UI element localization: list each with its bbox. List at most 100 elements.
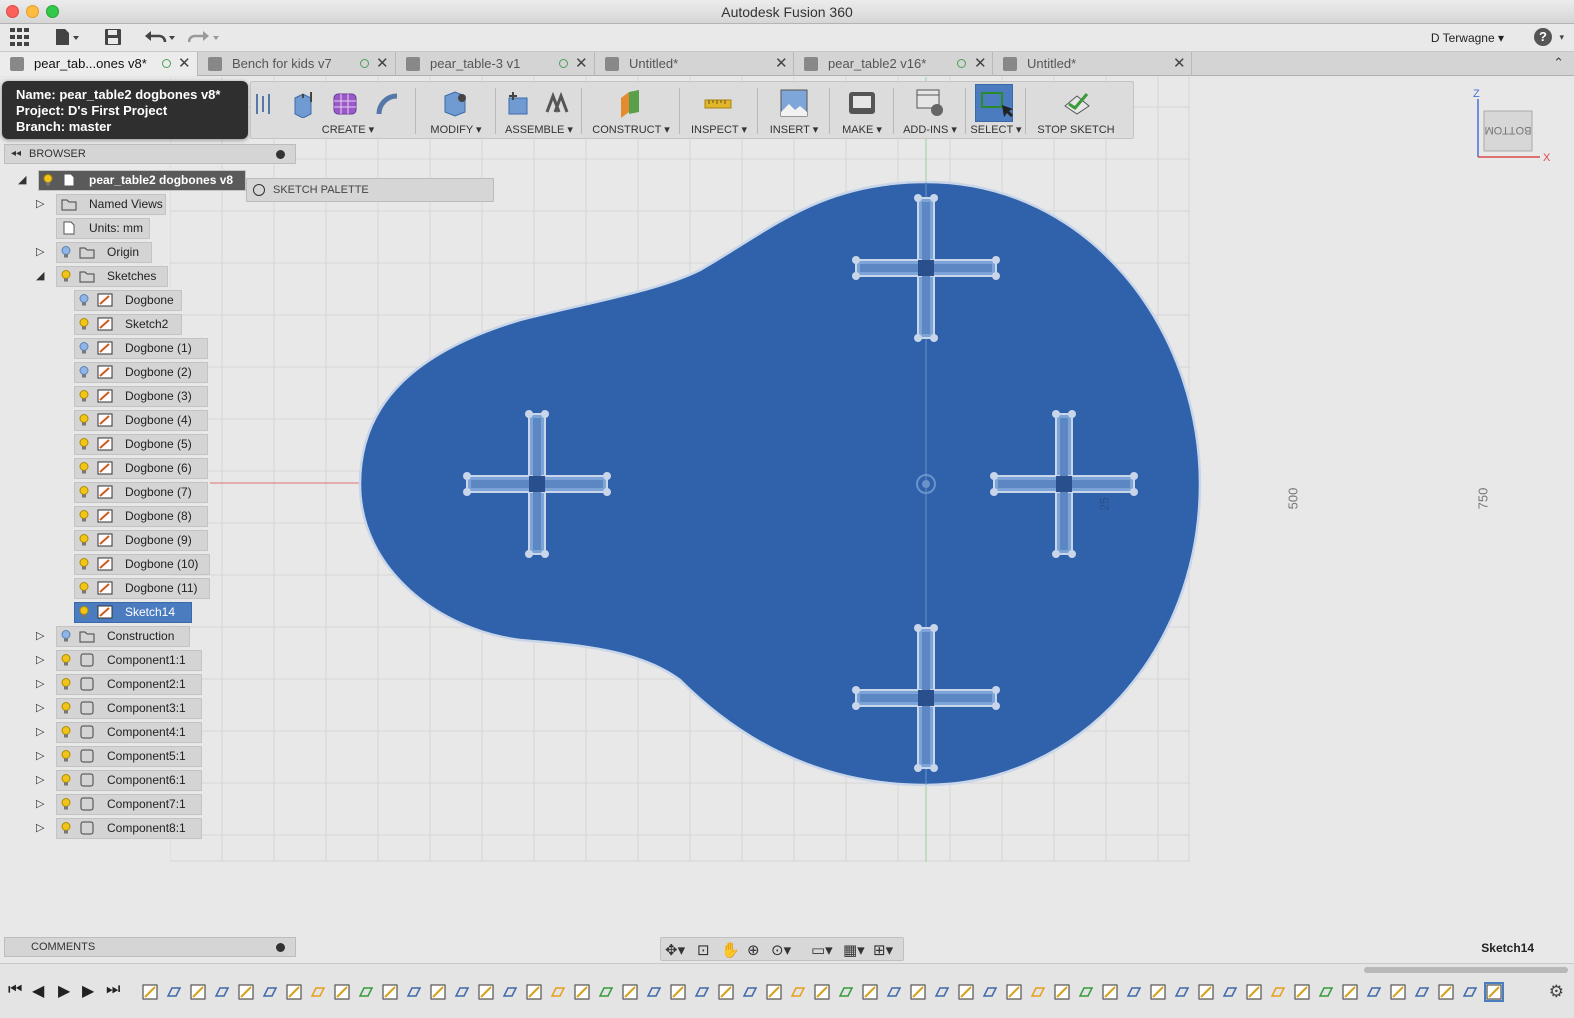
insert-menu[interactable]: INSERT ▾: [761, 123, 827, 136]
timeline-feature-icon[interactable]: [742, 984, 758, 1000]
tab-untitled-1[interactable]: Untitled* ✕: [595, 52, 794, 76]
close-tab-icon[interactable]: ✕: [1173, 52, 1186, 76]
timeline-feature-icon[interactable]: [238, 984, 254, 1000]
mirror-icon[interactable]: [255, 92, 271, 116]
visibility-lightbulb-icon[interactable]: [79, 558, 89, 570]
3d-print-icon[interactable]: [847, 88, 877, 118]
timeline-feature-icon[interactable]: [1414, 984, 1430, 1000]
user-menu[interactable]: D Terwagne ▾: [1431, 31, 1504, 45]
tree-sketch-dogbone-7[interactable]: Dogbone (7): [74, 482, 208, 503]
tree-sketch-dogbone-4[interactable]: Dogbone (4): [74, 410, 208, 431]
timeline-feature-icon[interactable]: [1054, 984, 1070, 1000]
tree-component5-1[interactable]: Component5:1: [56, 746, 202, 767]
tab-pear-table-dogbones[interactable]: pear_tab...ones v8* ✕: [0, 52, 198, 76]
timeline-feature-icon[interactable]: [1174, 984, 1190, 1000]
timeline-settings-gear-icon[interactable]: ⚙: [1549, 982, 1564, 1002]
expand-node-icon[interactable]: ▷: [36, 246, 48, 258]
timeline-feature-icon[interactable]: [718, 984, 734, 1000]
select-menu[interactable]: SELECT ▾: [969, 123, 1023, 136]
viewports-icon[interactable]: ⊞▾: [873, 941, 893, 959]
insert-image-icon[interactable]: [779, 88, 809, 118]
timeline-feature-icon[interactable]: [622, 984, 638, 1000]
visibility-lightbulb-icon[interactable]: [61, 798, 71, 810]
orbit-icon[interactable]: ✥▾: [665, 941, 685, 959]
ribbon-modify-group[interactable]: MODIFY ▾: [419, 82, 493, 140]
inspect-menu[interactable]: INSPECT ▾: [683, 123, 755, 136]
visibility-lightbulb-icon[interactable]: [79, 390, 89, 402]
expand-node-icon[interactable]: ▷: [36, 726, 48, 738]
palette-toggle-icon[interactable]: [253, 184, 265, 196]
ribbon-select-group[interactable]: SELECT ▾: [969, 82, 1023, 140]
visibility-lightbulb-icon[interactable]: [61, 726, 71, 738]
visibility-lightbulb-icon[interactable]: [79, 462, 89, 474]
tree-units[interactable]: Units: mm: [56, 218, 150, 239]
ribbon-assemble-group[interactable]: ASSEMBLE ▾: [499, 82, 579, 140]
expand-node-icon[interactable]: ▷: [36, 750, 48, 762]
tree-component8-1[interactable]: Component8:1: [56, 818, 202, 839]
measure-icon[interactable]: [703, 88, 733, 118]
timeline-scrollbar[interactable]: [1364, 967, 1568, 973]
timeline-feature-icon[interactable]: [670, 984, 686, 1000]
new-component-icon[interactable]: [503, 88, 533, 118]
help-caret-icon[interactable]: ▾: [1559, 32, 1564, 43]
expand-node-icon[interactable]: ▷: [36, 822, 48, 834]
tree-component6-1[interactable]: Component6:1: [56, 770, 202, 791]
timeline-feature-icon[interactable]: [982, 984, 998, 1000]
timeline-feature-icon[interactable]: [1484, 982, 1504, 1002]
timeline-feature-icon[interactable]: [262, 984, 278, 1000]
visibility-lightbulb-icon[interactable]: [61, 702, 71, 714]
timeline-feature-icon[interactable]: [550, 984, 566, 1000]
timeline-feature-icon[interactable]: [1294, 984, 1310, 1000]
close-tab-icon[interactable]: ✕: [575, 52, 588, 76]
collapse-panel-icon[interactable]: ◂◂: [11, 145, 21, 163]
create-menu[interactable]: CREATE ▾: [283, 123, 413, 136]
visibility-lightbulb-icon[interactable]: [79, 606, 89, 618]
data-panel-grid-icon[interactable]: [10, 28, 30, 48]
timeline-feature-icon[interactable]: [1102, 984, 1118, 1000]
expand-node-icon[interactable]: ▷: [36, 654, 48, 666]
visibility-lightbulb-icon[interactable]: [79, 366, 89, 378]
extrude-icon[interactable]: [289, 88, 319, 118]
timeline-feature-icon[interactable]: [358, 984, 374, 1000]
timeline-feature-icon[interactable]: [886, 984, 902, 1000]
timeline-feature-icon[interactable]: [766, 984, 782, 1000]
browser-panel-header[interactable]: ◂◂ BROWSER: [4, 144, 296, 164]
timeline-feature-icon[interactable]: [1150, 984, 1166, 1000]
timeline-feature-icon[interactable]: [574, 984, 590, 1000]
timeline-feature-icon[interactable]: [454, 984, 470, 1000]
visibility-lightbulb-icon[interactable]: [79, 414, 89, 426]
visibility-lightbulb-icon[interactable]: [43, 174, 53, 186]
timeline-feature-icon[interactable]: [1462, 984, 1478, 1000]
tree-sketches-folder[interactable]: Sketches: [56, 266, 168, 287]
timeline-feature-icon[interactable]: [1270, 984, 1286, 1000]
close-tab-icon[interactable]: ✕: [178, 52, 191, 76]
visibility-lightbulb-icon[interactable]: [61, 678, 71, 690]
visibility-lightbulb-icon[interactable]: [61, 750, 71, 762]
close-tab-icon[interactable]: ✕: [376, 52, 389, 76]
press-pull-icon[interactable]: [439, 88, 469, 118]
redo-icon[interactable]: [187, 28, 222, 48]
timeline-feature-icon[interactable]: [1078, 984, 1094, 1000]
timeline-feature-icon[interactable]: [1342, 984, 1358, 1000]
revolve-icon[interactable]: [373, 88, 403, 118]
visibility-lightbulb-icon[interactable]: [61, 654, 71, 666]
timeline-feature-icon[interactable]: [1318, 984, 1334, 1000]
go-to-end-icon[interactable]: ⏭: [106, 981, 120, 999]
ribbon-construct-group[interactable]: CONSTRUCT ▾: [585, 82, 677, 140]
ribbon-make-group[interactable]: MAKE ▾: [833, 82, 891, 140]
visibility-lightbulb-icon[interactable]: [79, 582, 89, 594]
look-at-icon[interactable]: ⊡: [697, 941, 710, 959]
timeline-feature-icon[interactable]: [190, 984, 206, 1000]
scripts-addins-icon[interactable]: [915, 88, 945, 118]
collapse-node-icon[interactable]: ◢: [36, 270, 48, 282]
stop-sketch-button[interactable]: STOP SKETCH: [1029, 124, 1123, 136]
ribbon-create-group[interactable]: CREATE ▾: [283, 82, 413, 140]
grid-settings-icon[interactable]: ▦▾: [843, 941, 865, 959]
sketch-palette[interactable]: SKETCH PALETTE: [246, 178, 494, 202]
visibility-lightbulb-icon[interactable]: [79, 342, 89, 354]
timeline-feature-icon[interactable]: [1366, 984, 1382, 1000]
timeline-feature-icon[interactable]: [814, 984, 830, 1000]
modify-menu[interactable]: MODIFY ▾: [419, 123, 493, 136]
visibility-lightbulb-icon[interactable]: [61, 774, 71, 786]
timeline-feature-icon[interactable]: [646, 984, 662, 1000]
